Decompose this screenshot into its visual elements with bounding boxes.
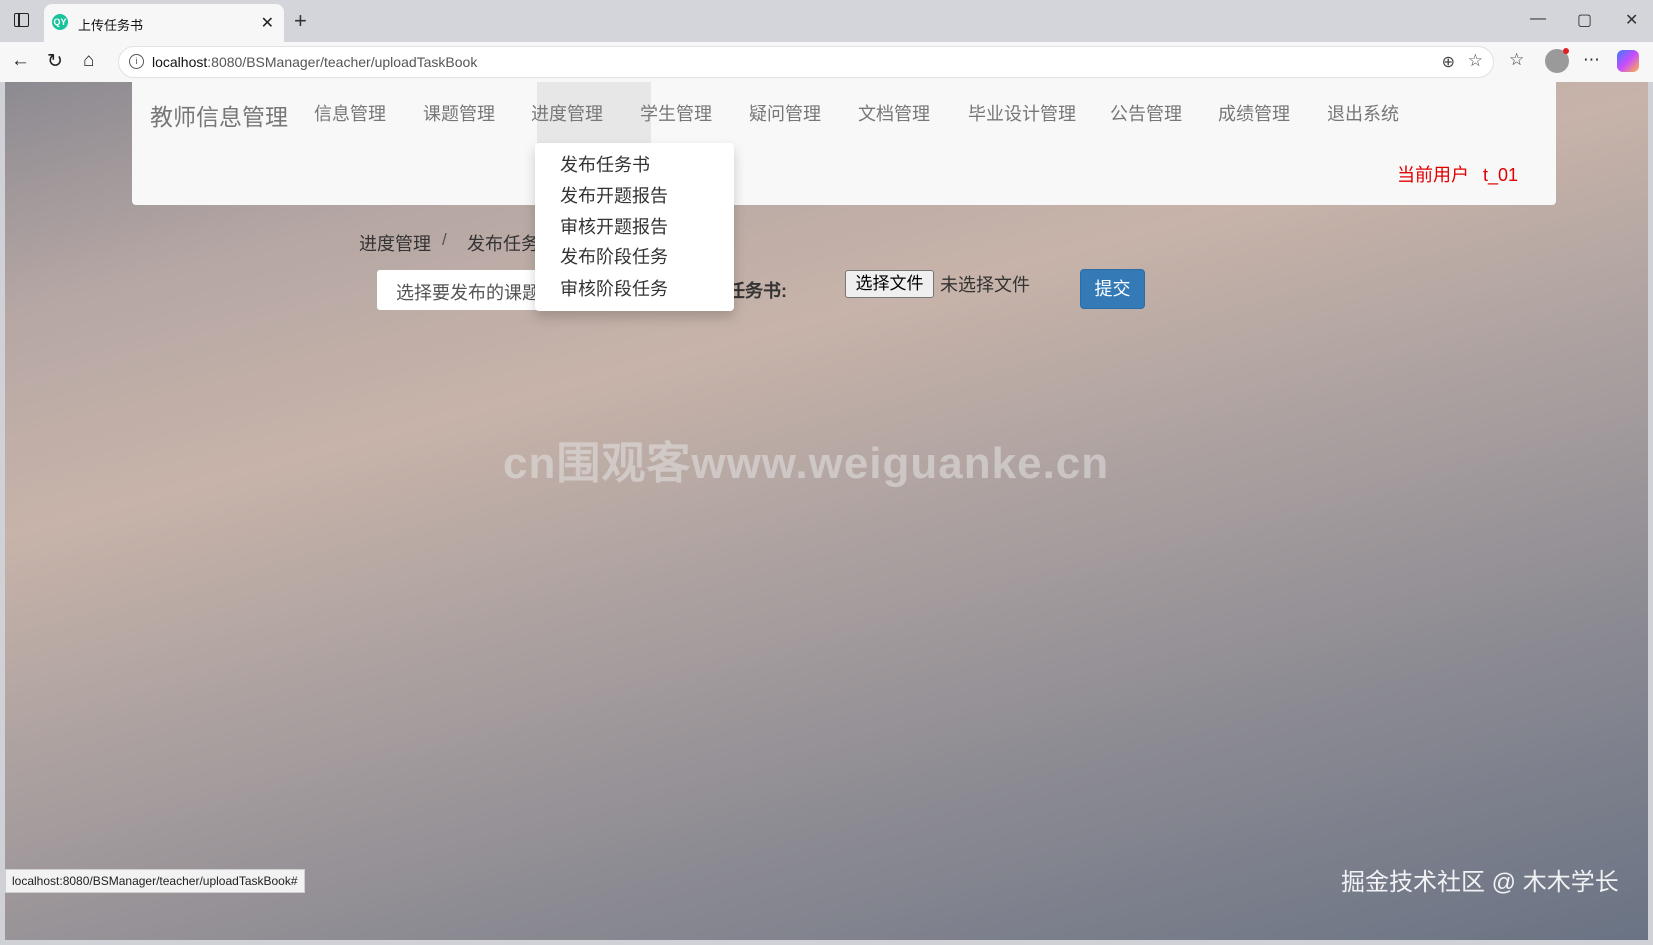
new-tab-icon[interactable]: + xyxy=(294,8,307,34)
more-menu-icon[interactable]: ⋯ xyxy=(1583,50,1600,70)
menu-item-logout[interactable]: 退出系统 xyxy=(1327,100,1399,126)
address-bar[interactable]: i localhost:8080/BSManager/teacher/uploa… xyxy=(118,46,1494,78)
notification-dot xyxy=(1563,48,1569,54)
maximize-icon[interactable]: ▢ xyxy=(1577,10,1592,30)
dropdown-item-publish-proposal[interactable]: 发布开题报告 xyxy=(560,182,668,208)
taskbook-label: 任务书: xyxy=(727,281,787,301)
browser-tab[interactable]: QY 上传任务书 ✕ xyxy=(44,4,284,42)
menu-item-documents[interactable]: 文档管理 xyxy=(858,100,930,126)
dropdown-item-publish-taskbook[interactable]: 发布任务书 xyxy=(560,151,650,177)
menu-item-grades[interactable]: 成绩管理 xyxy=(1218,100,1290,126)
app-navbar: 教师信息管理 信息管理 课题管理 进度管理 学生管理 疑问管理 文档管理 毕业设… xyxy=(132,82,1556,205)
site-watermark: cn围观客www.weiguanke.cn xyxy=(503,439,1110,488)
dropdown-item-publish-stage-task[interactable]: 发布阶段任务 xyxy=(560,243,668,269)
brand-title[interactable]: 教师信息管理 xyxy=(150,98,288,132)
copilot-icon[interactable] xyxy=(1617,50,1639,72)
tab-actions-icon[interactable] xyxy=(14,13,29,27)
menu-item-graduation-design[interactable]: 毕业设计管理 xyxy=(968,100,1076,126)
home-icon[interactable]: ⌂ xyxy=(83,50,94,72)
url-path: :8080/BSManager/teacher/uploadTaskBook xyxy=(207,54,478,70)
close-tab-icon[interactable]: ✕ xyxy=(261,13,274,33)
site-info-icon[interactable]: i xyxy=(129,54,144,69)
breadcrumb-parent[interactable]: 进度管理 xyxy=(359,230,431,256)
tab-favicon: QY xyxy=(52,14,68,30)
menu-item-topic[interactable]: 课题管理 xyxy=(423,100,495,126)
dropdown-item-review-stage-task[interactable]: 审核阶段任务 xyxy=(560,275,668,301)
back-icon[interactable]: ← xyxy=(11,50,30,72)
submit-button[interactable]: 提交 xyxy=(1080,269,1145,309)
current-user-name: t_01 xyxy=(1482,165,1518,185)
file-status: 未选择文件 xyxy=(940,275,1030,295)
minimize-icon[interactable]: — xyxy=(1530,10,1546,28)
favorites-icon[interactable]: ☆ xyxy=(1509,50,1524,70)
url-host: localhost xyxy=(152,54,208,70)
breadcrumb-separator: / xyxy=(442,230,447,249)
current-user: 当前用户 t_01 xyxy=(1397,161,1518,187)
topic-select[interactable]: 选择要发布的课题 xyxy=(377,270,542,310)
browser-toolbar: ← ↻ ⌂ i localhost:8080/BSManager/teacher… xyxy=(0,42,1653,82)
status-url-bar: localhost:8080/BSManager/teacher/uploadT… xyxy=(5,869,305,893)
choose-file-button[interactable]: 选择文件 xyxy=(845,270,934,298)
reload-icon[interactable]: ↻ xyxy=(47,50,63,73)
favorite-star-icon[interactable]: ☆ xyxy=(1468,51,1483,71)
progress-dropdown-menu: 发布任务书 发布开题报告 审核开题报告 发布阶段任务 审核阶段任务 xyxy=(535,143,734,311)
close-window-icon[interactable]: ✕ xyxy=(1625,10,1638,30)
juejin-watermark: 掘金技术社区 @ 木木学长 xyxy=(1341,869,1619,896)
address-url: localhost:8080/BSManager/teacher/uploadT… xyxy=(152,54,477,70)
menu-item-student[interactable]: 学生管理 xyxy=(640,100,712,126)
tab-title: 上传任务书 xyxy=(78,18,144,33)
zoom-icon[interactable]: ⊕ xyxy=(1442,52,1455,72)
breadcrumb-current: 发布任务 xyxy=(467,234,539,254)
menu-item-questions[interactable]: 疑问管理 xyxy=(749,100,821,126)
menu-item-info[interactable]: 信息管理 xyxy=(314,100,386,126)
dropdown-item-review-proposal[interactable]: 审核开题报告 xyxy=(560,213,668,239)
topic-select-text: 选择要发布的课题 xyxy=(396,283,540,303)
menu-item-progress[interactable]: 进度管理 xyxy=(531,100,603,126)
browser-tab-bar: QY 上传任务书 ✕ + — ▢ ✕ xyxy=(0,0,1653,42)
current-user-label: 当前用户 xyxy=(1396,165,1469,185)
page-viewport: 教师信息管理 信息管理 课题管理 进度管理 学生管理 疑问管理 文档管理 毕业设… xyxy=(5,82,1648,940)
menu-item-announcements[interactable]: 公告管理 xyxy=(1110,100,1182,126)
